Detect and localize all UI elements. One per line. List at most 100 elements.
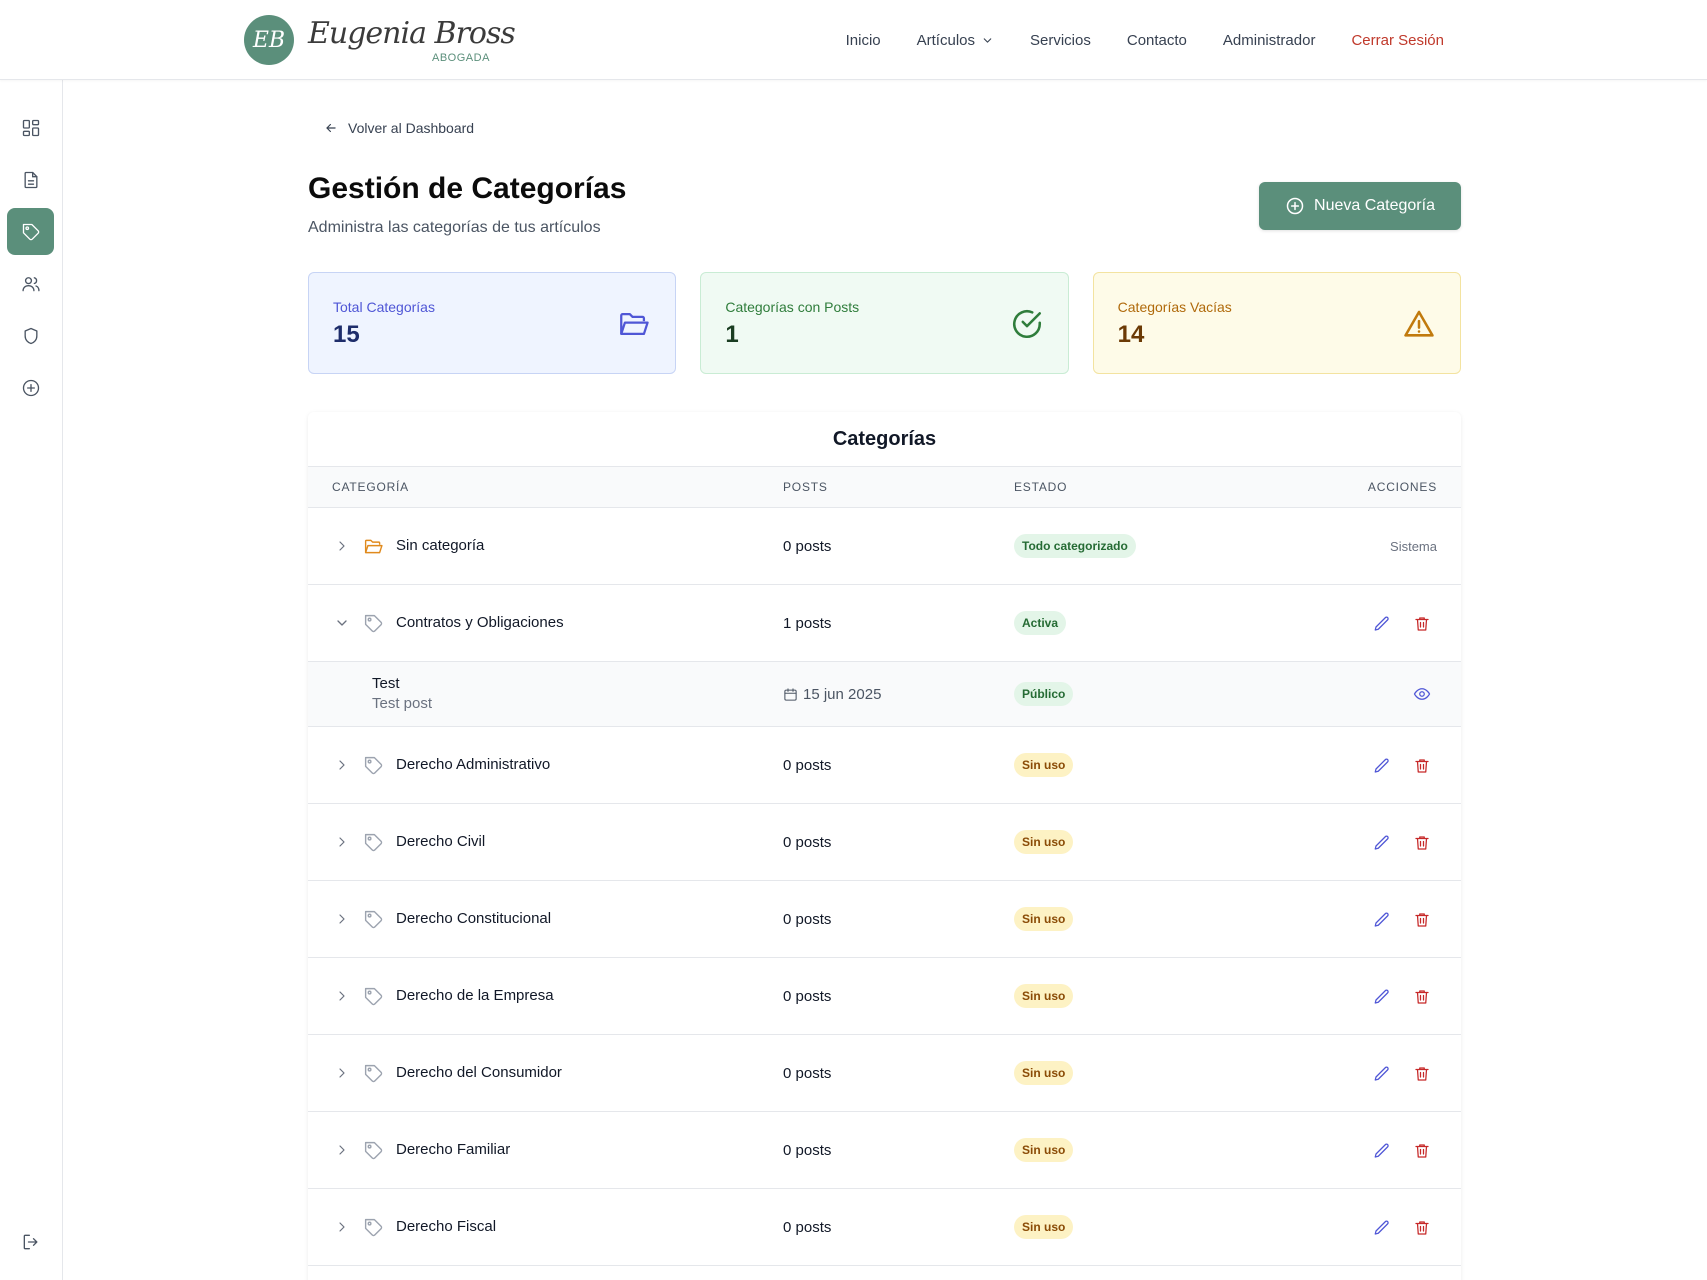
table-row: Derecho Familiar 0 posts Sin uso xyxy=(308,1112,1461,1189)
main-nav: Inicio Artículos Servicios Contacto Admi… xyxy=(846,0,1444,80)
nav-item-cerrar-sesion[interactable]: Cerrar Sesión xyxy=(1351,32,1444,49)
category-post-count: 0 posts xyxy=(783,757,832,774)
folder-open-icon xyxy=(617,307,651,341)
edit-icon[interactable] xyxy=(1373,834,1391,852)
column-header-actions: ACCIONES xyxy=(1367,480,1437,494)
sidebar-item-posts[interactable] xyxy=(7,156,54,203)
status-badge: Activa xyxy=(1014,611,1067,635)
category-post-count: 0 posts xyxy=(783,538,832,555)
chevron-right-icon[interactable] xyxy=(334,1065,350,1081)
status-badge: Todo categorizado xyxy=(1014,534,1136,558)
chevron-right-icon[interactable] xyxy=(334,538,350,554)
stat-value: 14 xyxy=(1117,321,1145,348)
nav-item-administrador[interactable]: Administrador xyxy=(1223,32,1316,49)
nav-item-servicios[interactable]: Servicios xyxy=(1030,32,1091,49)
chevron-right-icon[interactable] xyxy=(334,757,350,773)
warning-triangle-icon xyxy=(1404,310,1434,337)
trash-icon[interactable] xyxy=(1413,615,1431,633)
sidebar-item-logout[interactable] xyxy=(7,1218,54,1265)
tag-icon xyxy=(363,613,384,634)
table-row: Derecho de la Empresa 0 posts Sin uso xyxy=(308,958,1461,1035)
status-badge: Sin uso xyxy=(1014,753,1074,777)
post-subrow: Test Test post 15 jun 2025 Público xyxy=(308,662,1461,727)
tag-icon xyxy=(363,909,384,930)
trash-icon[interactable] xyxy=(1413,911,1431,929)
chevron-right-icon[interactable] xyxy=(334,834,350,850)
sidebar-item-dashboard[interactable] xyxy=(7,104,54,151)
sidebar-item-categories[interactable] xyxy=(7,208,54,255)
logo-wordmark: Eugenia Bross ABOGADA xyxy=(308,12,516,68)
brand-logo[interactable]: EB Eugenia Bross ABOGADA xyxy=(244,12,516,68)
trash-icon[interactable] xyxy=(1413,1142,1431,1160)
category-name: Derecho Constitucional xyxy=(396,910,552,927)
tag-icon xyxy=(363,1063,384,1084)
category-post-count: 0 posts xyxy=(783,1219,832,1236)
chevron-right-icon[interactable] xyxy=(334,911,350,927)
top-navigation-bar: EB Eugenia Bross ABOGADA Inicio Artículo… xyxy=(0,0,1707,80)
category-name: Contratos y Obligaciones xyxy=(396,614,564,631)
nav-item-contacto[interactable]: Contacto xyxy=(1127,32,1187,49)
chevron-right-icon[interactable] xyxy=(334,1142,350,1158)
calendar-icon xyxy=(783,687,798,702)
edit-icon[interactable] xyxy=(1373,988,1391,1006)
sidebar-item-security[interactable] xyxy=(7,312,54,359)
document-icon xyxy=(24,171,37,188)
plus-circle-icon xyxy=(1286,197,1304,215)
category-name: Derecho Fiscal xyxy=(396,1218,497,1235)
edit-icon[interactable] xyxy=(1373,911,1391,929)
trash-icon[interactable] xyxy=(1413,988,1431,1006)
nav-item-articulos[interactable]: Artículos xyxy=(917,32,994,49)
page-title: Gestión de Categorías xyxy=(308,172,627,205)
column-header-category: CATEGORÍA xyxy=(332,480,409,494)
dashboard-grid-icon xyxy=(22,119,39,136)
categories-table: Categorías CATEGORÍA POSTS ESTADO ACCION… xyxy=(308,412,1461,1280)
trash-icon[interactable] xyxy=(1413,834,1431,852)
check-circle-icon xyxy=(1012,309,1041,339)
edit-icon[interactable] xyxy=(1373,615,1391,633)
tag-icon xyxy=(21,222,41,242)
users-icon xyxy=(21,276,40,291)
edit-icon[interactable] xyxy=(1373,757,1391,775)
table-row: Contratos y Obligaciones 1 posts Activa xyxy=(308,585,1461,662)
chevron-right-icon[interactable] xyxy=(334,988,350,1004)
stat-card-with-posts: Categorías con Posts 1 xyxy=(700,272,1069,374)
sidebar-item-users[interactable] xyxy=(7,260,54,307)
status-badge: Sin uso xyxy=(1014,1061,1074,1085)
eye-icon[interactable] xyxy=(1413,685,1431,703)
chevron-right-icon[interactable] xyxy=(334,1219,350,1235)
edit-icon[interactable] xyxy=(1373,1142,1391,1160)
new-category-button[interactable]: Nueva Categoría xyxy=(1259,182,1461,230)
stats-cards: Total Categorías 15 Categorías con Posts… xyxy=(308,272,1461,374)
category-name: Sin categoría xyxy=(396,537,485,554)
trash-icon[interactable] xyxy=(1413,757,1431,775)
tag-icon xyxy=(363,832,384,853)
logout-icon xyxy=(23,1234,37,1249)
table-header: CATEGORÍA POSTS ESTADO ACCIONES xyxy=(308,467,1461,508)
category-name: Derecho Administrativo xyxy=(396,756,551,773)
chevron-down-icon[interactable] xyxy=(334,615,350,631)
column-header-status: ESTADO xyxy=(1014,480,1068,494)
chevron-down-icon xyxy=(981,34,994,47)
trash-icon[interactable] xyxy=(1413,1219,1431,1237)
category-post-count: 0 posts xyxy=(783,1065,832,1082)
logo-tagline: ABOGADA xyxy=(432,52,490,64)
stat-card-total: Total Categorías 15 xyxy=(308,272,677,374)
sidebar-item-create[interactable] xyxy=(7,364,54,411)
admin-sidebar xyxy=(0,80,63,1280)
table-row: Derecho del Consumidor 0 posts Sin uso xyxy=(308,1035,1461,1112)
logo-script-name: Eugenia Bross xyxy=(308,16,516,51)
table-row: Sin categoría 0 posts Todo categorizado … xyxy=(308,508,1461,585)
system-label: Sistema xyxy=(1390,539,1437,554)
logo-badge: EB xyxy=(244,15,294,65)
tag-icon xyxy=(363,755,384,776)
stat-label: Total Categorías xyxy=(333,299,435,315)
trash-icon[interactable] xyxy=(1413,1065,1431,1083)
edit-icon[interactable] xyxy=(1373,1065,1391,1083)
status-badge: Sin uso xyxy=(1014,830,1074,854)
status-badge: Público xyxy=(1014,682,1074,706)
table-title: Categorías xyxy=(308,412,1461,467)
nav-item-inicio[interactable]: Inicio xyxy=(846,32,881,49)
back-to-dashboard-link[interactable]: Volver al Dashboard xyxy=(324,120,474,136)
post-title: Test xyxy=(372,675,400,692)
edit-icon[interactable] xyxy=(1373,1219,1391,1237)
